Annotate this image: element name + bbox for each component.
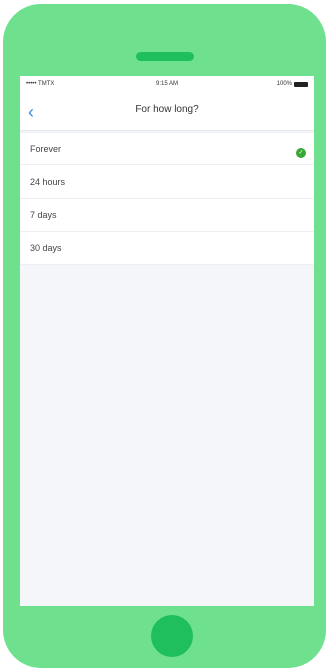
speaker bbox=[136, 52, 194, 61]
battery-icon bbox=[294, 81, 308, 87]
battery-percent: 100% bbox=[276, 81, 292, 87]
nav-bar: ‹ For how long? bbox=[20, 94, 314, 131]
option-7-days[interactable]: 7 days bbox=[20, 199, 314, 232]
page-title: For how long? bbox=[135, 104, 199, 115]
screen: ••••• TMTX 9:15 AM 100% ‹ For how long? … bbox=[20, 76, 314, 606]
option-label: 30 days bbox=[30, 243, 62, 253]
duration-options-list: Forever ✓ 24 hours 7 days 30 days bbox=[20, 132, 314, 265]
phone-frame: ••••• TMTX 9:15 AM 100% ‹ For how long? … bbox=[3, 4, 326, 668]
checkmark-icon: ✓ bbox=[296, 148, 306, 158]
option-label: 7 days bbox=[30, 210, 57, 220]
option-30-days[interactable]: 30 days bbox=[20, 232, 314, 265]
clock: 9:15 AM bbox=[155, 81, 178, 87]
option-forever[interactable]: Forever ✓ bbox=[20, 132, 314, 165]
status-bar: ••••• TMTX 9:15 AM 100% bbox=[20, 76, 314, 94]
option-label: Forever bbox=[30, 144, 62, 154]
option-24-hours[interactable]: 24 hours bbox=[20, 165, 314, 199]
home-button[interactable] bbox=[151, 615, 193, 657]
option-label: 24 hours bbox=[30, 177, 66, 187]
battery-status: 100% bbox=[277, 81, 308, 87]
